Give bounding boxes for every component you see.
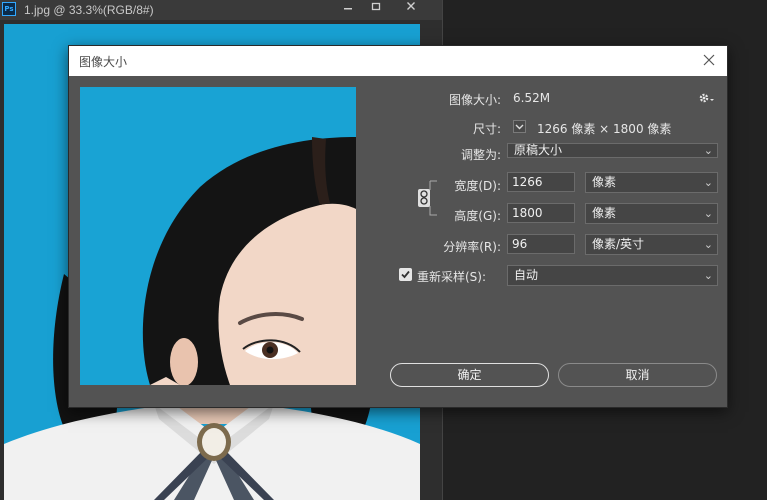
close-window-button[interactable] <box>397 0 425 16</box>
document-title: 1.jpg @ 33.3%(RGB/8#) <box>24 3 154 17</box>
resample-select[interactable]: 自动 ⌄ <box>507 265 718 286</box>
close-icon <box>703 54 715 66</box>
resolution-unit-select[interactable]: 像素/英寸 ⌄ <box>585 234 718 255</box>
fit-to-select[interactable]: 原稿大小 ⌄ <box>507 143 718 158</box>
chevron-down-icon: ⌄ <box>703 207 713 220</box>
maximize-button[interactable] <box>362 0 390 16</box>
height-unit-value: 像素 <box>592 206 617 220</box>
height-input[interactable]: 1800 <box>507 203 575 223</box>
image-size-value: 6.52M <box>513 91 551 105</box>
height-unit-select[interactable]: 像素 ⌄ <box>585 203 718 224</box>
settings-menu-button[interactable] <box>697 90 717 106</box>
width-unit-select[interactable]: 像素 ⌄ <box>585 172 718 193</box>
document-titlebar[interactable]: Ps 1.jpg @ 33.3%(RGB/8#) <box>0 0 442 21</box>
ok-button[interactable]: 确定 <box>390 363 549 387</box>
dimensions-label: 尺寸: <box>472 122 501 136</box>
dimensions-value: 1266 像素 × 1800 像素 <box>537 122 672 136</box>
resample-label: 重新采样(S): <box>417 270 487 284</box>
resample-checkbox[interactable] <box>399 268 412 281</box>
height-label: 高度(G): <box>454 209 501 223</box>
checkmark-icon <box>401 270 410 279</box>
resolution-label: 分辨率(R): <box>443 240 501 254</box>
fit-to-label: 调整为: <box>460 148 501 162</box>
width-input[interactable]: 1266 <box>507 172 575 192</box>
image-preview[interactable] <box>80 87 356 385</box>
chevron-down-icon <box>515 124 524 130</box>
chevron-down-icon: ⌄ <box>703 269 713 282</box>
gear-icon <box>699 93 714 103</box>
preview-photo <box>80 87 356 385</box>
resample-value: 自动 <box>514 268 539 282</box>
image-size-dialog: 图像大小 图像大小: 6.52M 尺寸: 1266 像素 × 1800 像素 调… <box>68 45 728 408</box>
chevron-down-icon: ⌄ <box>703 238 713 251</box>
minimize-icon <box>344 8 352 10</box>
resolution-input[interactable]: 96 <box>507 234 575 254</box>
chevron-down-icon: ⌄ <box>703 144 713 157</box>
close-icon <box>407 2 415 10</box>
chevron-down-icon: ⌄ <box>703 176 713 189</box>
minimize-button[interactable] <box>334 0 362 16</box>
cancel-button[interactable]: 取消 <box>558 363 717 387</box>
fit-to-value: 原稿大小 <box>514 143 563 157</box>
resolution-unit-value: 像素/英寸 <box>592 237 645 251</box>
dialog-titlebar[interactable]: 图像大小 <box>69 46 727 76</box>
width-unit-value: 像素 <box>592 175 617 189</box>
maximize-icon <box>371 2 381 11</box>
dimensions-toggle[interactable] <box>513 120 526 133</box>
dialog-title: 图像大小 <box>79 55 128 69</box>
image-size-label: 图像大小: <box>448 93 501 107</box>
dialog-close-button[interactable] <box>699 50 719 70</box>
width-label: 宽度(D): <box>454 179 501 193</box>
photoshop-icon: Ps <box>2 2 16 16</box>
